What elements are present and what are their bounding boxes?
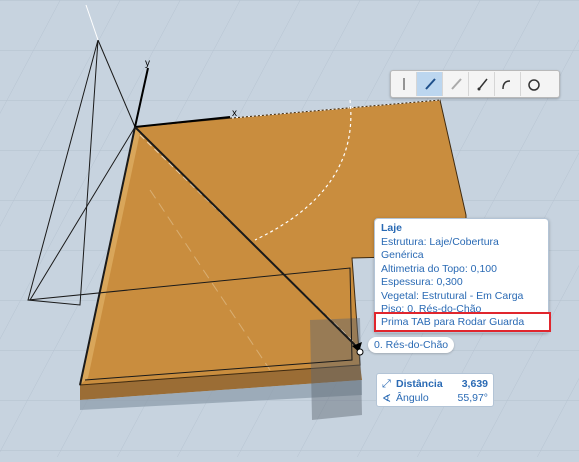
tracker-box: ⤢ Distância 3,639 ∢ Ângulo 55,97° [376,373,494,407]
pencil-node-icon[interactable] [469,72,495,96]
angle-value[interactable]: 55,97° [454,392,488,404]
pencil-disabled-icon[interactable] [443,72,469,96]
tooltip-line: Espessura: 0,300 [381,276,463,288]
pencil-arc-icon[interactable] [495,72,521,96]
axis-x-label: x [232,108,237,119]
pencil-rotate-icon[interactable] [521,72,547,96]
tooltip-line: Estrutura: Laje/Cobertura Genérica [381,235,499,262]
distance-value[interactable]: 3,639 [454,378,488,390]
3d-viewport[interactable]: y x Laje Estrutura: Laje/Cobertura Genér… [0,0,579,457]
line-cursor-icon[interactable] [391,72,417,96]
distance-icon: ⤢ [382,377,391,390]
pencil-icon[interactable] [417,72,443,96]
angle-icon: ∢ [382,392,392,405]
tooltip-line: Vegetal: Estrutural - Em Carga [381,289,524,302]
pet-palette [390,70,560,98]
tooltip-line: Altimetria do Topo: 0,100 [381,262,497,275]
distance-row: ⤢ Distância 3,639 [382,377,488,391]
distance-label: Distância [396,378,443,390]
angle-row: ∢ Ângulo 55,97° [382,391,488,405]
shadow [310,318,362,420]
info-tooltip: Laje Estrutura: Laje/Cobertura Genérica … [374,218,551,333]
angle-label: Ângulo [396,392,429,404]
floor-tag: 0. Rés-do-Chão [368,337,455,353]
tooltip-title: Laje [381,222,403,234]
axis-y-label: y [145,58,150,69]
tab-hint: Prima TAB para Rodar Guarda [374,312,551,332]
